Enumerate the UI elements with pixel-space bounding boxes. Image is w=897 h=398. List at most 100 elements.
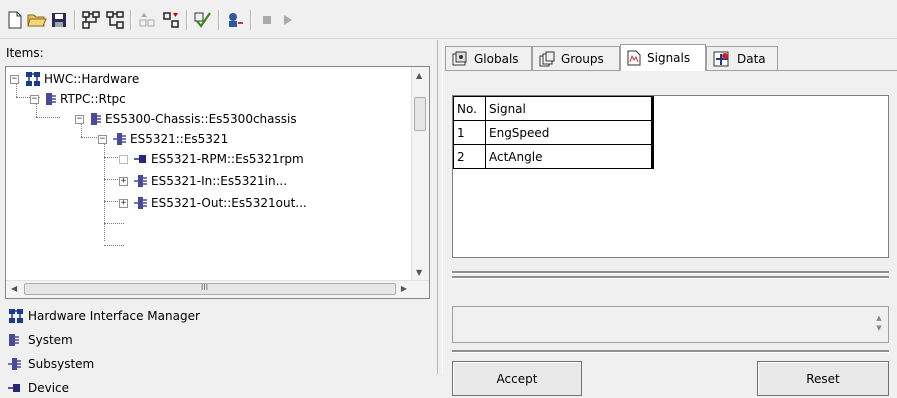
signals-icon (627, 50, 641, 66)
hardware-tree-icon[interactable] (80, 9, 102, 31)
hardware-icon (26, 72, 40, 86)
tab-label: Globals (474, 51, 519, 66)
subsystem-icon (134, 197, 147, 209)
scroll-left-arrow-icon[interactable]: ◀ (11, 284, 17, 293)
tree-node-label: ES5321-Out::Es5321out... (151, 196, 307, 210)
toolbar-separator (250, 10, 251, 30)
legend-hardware: Hardware Interface Manager (8, 306, 200, 326)
details-panel: Globals Groups Signals Data No. Signal 1… (445, 40, 897, 396)
subsystem-icon (134, 175, 147, 187)
globals-icon (452, 51, 467, 65)
column-header-signal[interactable]: Signal (485, 96, 654, 121)
expand-toggle[interactable]: + (119, 176, 128, 186)
description-field[interactable]: ▲ ▼ (452, 306, 889, 343)
data-icon (713, 51, 729, 66)
run-icon[interactable] (276, 9, 298, 31)
toolbar-separator (186, 10, 187, 30)
toolbar-separator (130, 10, 131, 30)
tab-data[interactable]: Data (706, 46, 778, 70)
tab-label: Data (737, 51, 766, 66)
system-icon (9, 334, 19, 346)
toolbar-separator (218, 10, 219, 30)
tree-node-hwc[interactable]: − HWC::Hardware (10, 69, 139, 89)
open-folder-icon[interactable] (26, 9, 48, 31)
collapse-toggle[interactable]: − (98, 134, 107, 144)
column-header-no[interactable]: No. (453, 96, 486, 121)
empty-toggle (119, 154, 128, 164)
legend-label: Subsystem (28, 357, 95, 371)
scroll-thumb[interactable]: III (24, 283, 396, 295)
tree-node-rtpc[interactable]: − RTPC::Rtpc (30, 89, 126, 109)
tab-signals[interactable]: Signals (620, 44, 706, 71)
tab-label: Signals (647, 51, 691, 65)
groups-icon (539, 51, 555, 66)
tree-node-label: ES5321::Es5321 (130, 132, 229, 146)
cell-signal[interactable]: EngSpeed (485, 120, 654, 145)
tree-horizontal-scrollbar[interactable]: ◀ III ▶ (6, 280, 429, 298)
scroll-up-arrow-icon[interactable]: ▲ (416, 71, 422, 80)
tree-node-es5321-out[interactable]: + ES5321-Out::Es5321out... (119, 193, 307, 213)
hardware-icon (9, 309, 23, 323)
reset-button[interactable]: Reset (757, 361, 889, 396)
legend-label: System (28, 333, 73, 347)
tree-node-label: ES5300-Chassis::Es5300chassis (105, 112, 297, 126)
connect-icon[interactable] (224, 9, 246, 31)
check-icon[interactable] (192, 9, 214, 31)
save-icon[interactable] (48, 9, 70, 31)
collapse-toggle[interactable]: − (75, 114, 84, 124)
device-icon (8, 384, 20, 392)
spin-arrows-icon[interactable]: ▲ ▼ (874, 313, 884, 337)
scroll-right-arrow-icon[interactable]: ▶ (401, 284, 407, 293)
tab-groups[interactable]: Groups (532, 46, 620, 70)
collapse-toggle[interactable]: − (10, 74, 19, 84)
cell-signal[interactable]: ActAngle (485, 144, 654, 169)
tree-node-label: RTPC::Rtpc (60, 92, 126, 106)
system-icon (91, 113, 101, 125)
table-row[interactable]: 1 EngSpeed (453, 120, 654, 145)
toolbar-separator (74, 10, 75, 30)
accept-button[interactable]: Accept (452, 361, 582, 396)
subsystem-icon (113, 133, 126, 145)
items-panel: Items: − HWC::Hardware − RTPC::Rtpc − ES… (0, 40, 437, 395)
legend-label: Hardware Interface Manager (28, 309, 200, 323)
legend-device: Device (8, 378, 69, 398)
scroll-thumb[interactable] (414, 97, 426, 131)
expand-toggle[interactable]: + (119, 198, 128, 208)
signals-tab-panel: No. Signal 1 EngSpeed 2 ActAngle ▲ ▼ Acc… (445, 70, 897, 396)
table-header-row: No. Signal (453, 96, 654, 121)
tab-globals[interactable]: Globals (445, 46, 532, 70)
divider (452, 350, 889, 352)
signals-table: No. Signal 1 EngSpeed 2 ActAngle (453, 96, 654, 169)
signals-grid[interactable]: No. Signal 1 EngSpeed 2 ActAngle (452, 95, 889, 258)
collapse-toggle[interactable]: − (30, 94, 39, 104)
subsystem-icon (8, 358, 21, 370)
panel-splitter[interactable] (437, 40, 443, 374)
hardware-tree[interactable]: − HWC::Hardware − RTPC::Rtpc − ES5300-Ch… (5, 66, 430, 299)
new-file-icon[interactable] (4, 9, 26, 31)
device-icon (134, 155, 146, 163)
tree-node-es5321[interactable]: − ES5321::Es5321 (98, 129, 228, 149)
move-down-icon[interactable] (160, 9, 182, 31)
items-label: Items: (6, 46, 44, 60)
cell-no[interactable]: 1 (453, 120, 486, 145)
table-row[interactable]: 2 ActAngle (453, 144, 654, 169)
tree-node-label: ES5321-RPM::Es5321rpm (151, 152, 304, 166)
tree-node-label: ES5321-In::Es5321in... (151, 174, 288, 188)
tree-node-es5321-in[interactable]: + ES5321-In::Es5321in... (119, 171, 287, 191)
legend-subsystem: Subsystem (8, 354, 94, 374)
divider (452, 271, 889, 273)
system-tree-icon[interactable] (104, 9, 126, 31)
legend-system: System (8, 330, 73, 350)
tree-node-label: HWC::Hardware (44, 72, 140, 86)
divider (452, 276, 889, 278)
tree-node-es5300[interactable]: − ES5300-Chassis::Es5300chassis (75, 109, 297, 129)
system-icon (46, 93, 56, 105)
tree-vertical-scrollbar[interactable]: ▲ ▼ (411, 67, 429, 281)
cell-no[interactable]: 2 (453, 144, 486, 169)
move-up-disabled-icon[interactable] (136, 9, 158, 31)
scroll-down-arrow-icon[interactable]: ▼ (416, 268, 422, 277)
stop-icon[interactable] (256, 9, 278, 31)
scroll-grip: III (201, 283, 209, 292)
tree-node-es5321-rpm[interactable]: ES5321-RPM::Es5321rpm (119, 149, 304, 169)
tab-label: Groups (561, 51, 604, 66)
